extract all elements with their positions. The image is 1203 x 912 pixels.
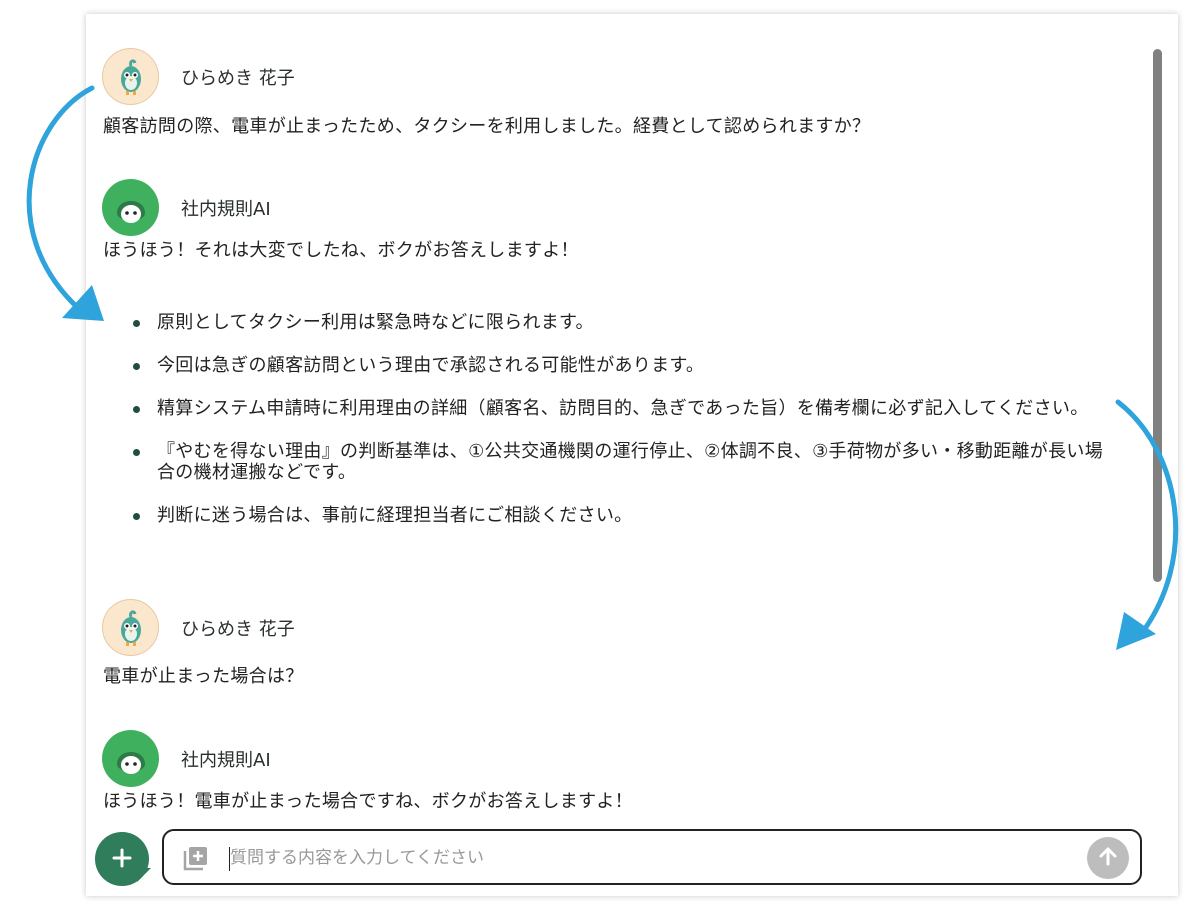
message-header-user: ひらめき 花子 [102, 599, 295, 656]
arrow-up-icon [1096, 844, 1120, 872]
list-item: 『やむを得ない理由』の判断基準は、①公共交通機関の運行停止、②体調不良、③手荷物… [133, 441, 1108, 483]
user-avatar [102, 48, 159, 105]
message-text: ほうほう！電車が止まった場合ですね、ボクがお答えしますよ！ [103, 791, 633, 812]
ai-mascot-icon [116, 751, 145, 774]
message-text: 顧客訪問の際、電車が止まったため、タクシーを利用しました。経費として認められます… [103, 116, 871, 137]
sender-name: ひらめき 花子 [181, 67, 295, 89]
scrollbar[interactable] [1153, 49, 1162, 582]
bird-mascot-icon [120, 609, 141, 646]
list-item: 今回は急ぎの顧客訪問という理由で承認される可能性があります。 [133, 355, 1108, 376]
add-attachment-icon[interactable] [182, 844, 210, 872]
question-input[interactable] [230, 841, 1070, 875]
list-item: 原則としてタクシー利用は緊急時などに限られます。 [133, 312, 1108, 333]
ai-avatar [102, 179, 159, 236]
message-text: ほうほう！それは大変でしたね、ボクがお答えしますよ！ [103, 240, 579, 261]
sender-name: 社内規則AI [181, 749, 271, 771]
send-button[interactable] [1087, 837, 1129, 879]
message-text: 電車が止まった場合は？ [103, 666, 304, 687]
plus-icon [111, 842, 133, 877]
list-item: 判断に迷う場合は、事前に経理担当者にご相談ください。 [133, 505, 1108, 526]
message-header-user: ひらめき 花子 [102, 48, 295, 105]
sender-name: ひらめき 花子 [181, 618, 295, 640]
sender-name: 社内規則AI [181, 198, 271, 220]
add-button[interactable] [95, 832, 149, 886]
answer-bullet-list: 原則としてタクシー利用は緊急時などに限られます。 今回は急ぎの顧客訪問という理由… [133, 312, 1108, 526]
message-header-ai: 社内規則AI [102, 179, 271, 236]
user-avatar [102, 599, 159, 656]
list-item: 精算システム申請時に利用理由の詳細（顧客名、訪問目的、急ぎであった旨）を備考欄に… [133, 398, 1108, 419]
ai-mascot-icon [116, 200, 145, 223]
message-composer [162, 829, 1142, 885]
ai-avatar [102, 730, 159, 787]
bird-mascot-icon [120, 58, 141, 95]
message-header-ai: 社内規則AI [102, 730, 271, 787]
